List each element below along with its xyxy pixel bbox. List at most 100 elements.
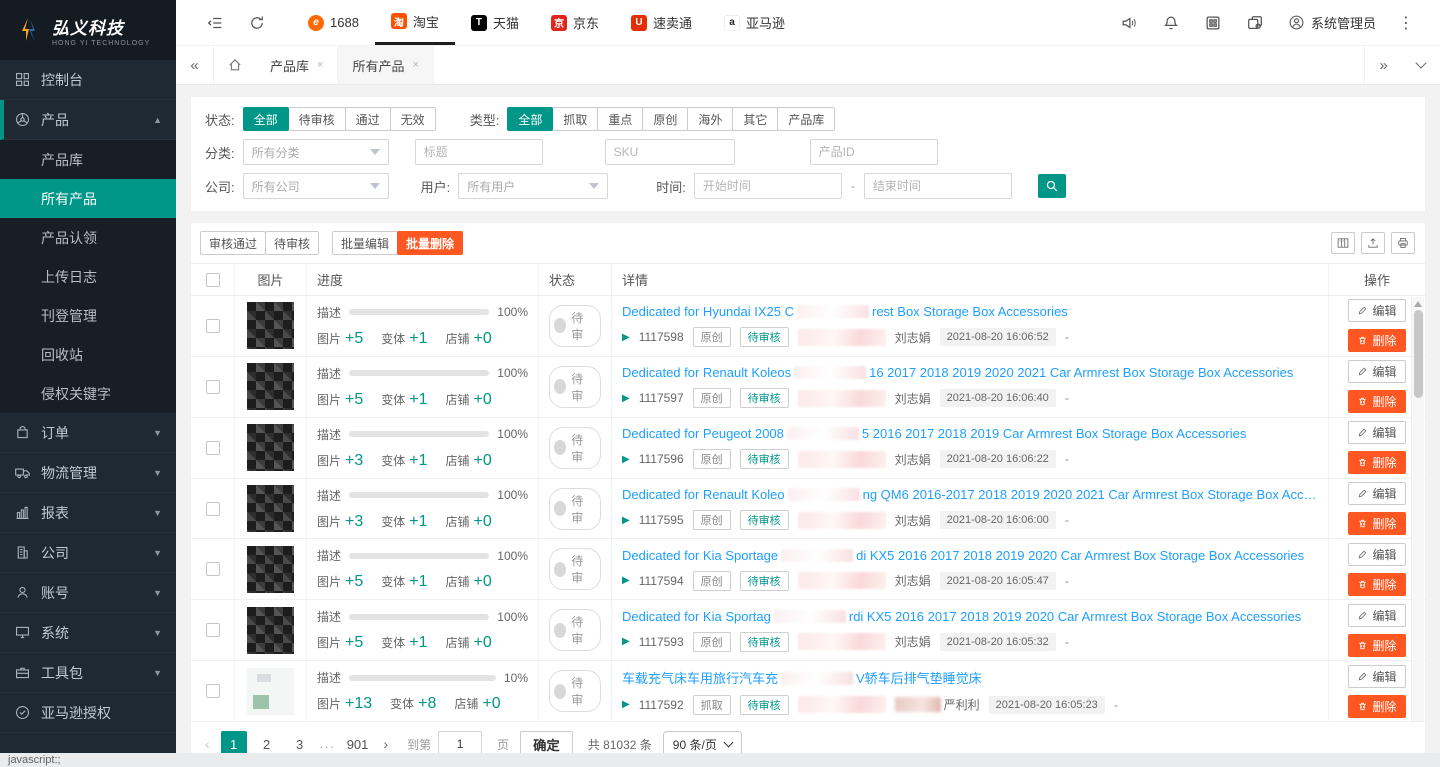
product-photo[interactable] — [247, 424, 294, 471]
tab-product-library[interactable]: 产品库 × — [256, 46, 338, 84]
edit-button[interactable]: 编辑 — [1348, 604, 1406, 627]
delete-button[interactable]: 删除 — [1348, 573, 1406, 596]
table-scrollbar[interactable] — [1411, 297, 1424, 721]
end-time-input[interactable] — [864, 173, 1012, 199]
sidebar-item-company[interactable]: 公司 ▼ — [0, 533, 176, 573]
delete-button[interactable]: 删除 — [1348, 634, 1406, 657]
notifications-button[interactable] — [1150, 0, 1192, 45]
product-title-link[interactable]: 车载充气床车用旅行汽车充V轿车后排气垫睡觉床 — [622, 668, 1318, 687]
product-photo[interactable] — [247, 546, 294, 593]
print-button[interactable] — [1391, 232, 1415, 254]
product-title-link[interactable]: Dedicated for Peugeot 20085 2016 2017 20… — [622, 426, 1318, 441]
row-checkbox[interactable] — [206, 562, 220, 576]
product-title-link[interactable]: Dedicated for Renault Koleong QM6 2016-2… — [622, 487, 1318, 502]
row-checkbox[interactable] — [206, 319, 220, 333]
next-page-button[interactable]: › — [379, 736, 392, 752]
platform-tab-amazon[interactable]: a 亚马逊 — [708, 0, 801, 45]
platform-tab-jd[interactable]: 京 京东 — [535, 0, 615, 45]
status-pending-button[interactable]: 待审核 — [288, 107, 346, 131]
status-invalid-button[interactable]: 无效 — [390, 107, 436, 131]
play-icon[interactable]: ▶ — [622, 454, 630, 465]
sidebar-subitem-listing-management[interactable]: 刊登管理 — [0, 296, 176, 335]
edit-button[interactable]: 编辑 — [1348, 360, 1406, 383]
start-time-input[interactable] — [694, 173, 842, 199]
sidebar-item-toolkit[interactable]: 工具包 ▼ — [0, 653, 176, 693]
delete-button[interactable]: 删除 — [1348, 329, 1406, 352]
row-checkbox[interactable] — [206, 441, 220, 455]
type-original-button[interactable]: 原创 — [642, 107, 688, 131]
product-title-link[interactable]: Dedicated for Renault Koleos16 2017 2018… — [622, 365, 1318, 380]
category-select[interactable]: 所有分类 — [243, 139, 389, 165]
refresh-button[interactable] — [236, 0, 278, 45]
product-photo[interactable] — [247, 607, 294, 654]
scrollbar-thumb[interactable] — [1414, 310, 1423, 398]
more-menu-button[interactable]: ⋮ — [1388, 0, 1424, 45]
close-icon[interactable]: × — [317, 59, 323, 71]
sidebar-fold-button[interactable] — [194, 0, 236, 45]
sidebar-item-amazon-auth[interactable]: 亚马逊授权 — [0, 693, 176, 733]
edit-button[interactable]: 编辑 — [1348, 299, 1406, 322]
status-approved-button[interactable]: 通过 — [345, 107, 391, 131]
sidebar-subitem-all-products[interactable]: 所有产品 — [0, 179, 176, 218]
play-icon[interactable]: ▶ — [622, 699, 630, 710]
product-photo[interactable] — [247, 302, 294, 349]
product-id-input[interactable] — [810, 139, 938, 165]
product-photo[interactable] — [247, 485, 294, 532]
type-key-button[interactable]: 重点 — [597, 107, 643, 131]
batch-delete-button[interactable]: 批量删除 — [397, 231, 463, 255]
user-menu[interactable]: 系统管理员 — [1276, 0, 1388, 45]
row-checkbox[interactable] — [206, 684, 220, 698]
play-icon[interactable]: ▶ — [622, 575, 630, 586]
product-photo[interactable] — [247, 668, 294, 715]
play-icon[interactable]: ▶ — [622, 515, 630, 526]
tabs-menu-button[interactable] — [1402, 46, 1440, 84]
approve-button[interactable]: 审核通过 — [200, 231, 266, 255]
company-select[interactable]: 所有公司 — [243, 173, 389, 199]
sidebar-subitem-upload-log[interactable]: 上传日志 — [0, 257, 176, 296]
sku-input[interactable] — [605, 139, 735, 165]
sidebar-subitem-product-library[interactable]: 产品库 — [0, 140, 176, 179]
close-icon[interactable]: × — [412, 59, 418, 71]
search-button[interactable] — [1038, 174, 1066, 198]
sidebar-subitem-product-claim[interactable]: 产品认领 — [0, 218, 176, 257]
sidebar-item-logistics[interactable]: 物流管理 ▼ — [0, 453, 176, 493]
sidebar-item-orders[interactable]: 订单 ▼ — [0, 413, 176, 453]
theme-switch-button[interactable] — [1234, 0, 1276, 45]
play-icon[interactable]: ▶ — [622, 332, 630, 343]
set-pending-button[interactable]: 待审核 — [265, 231, 319, 255]
tabs-scroll-left-button[interactable]: « — [176, 46, 214, 84]
type-library-button[interactable]: 产品库 — [777, 107, 835, 131]
announcement-button[interactable] — [1108, 0, 1150, 45]
status-all-button[interactable]: 全部 — [243, 107, 289, 131]
type-all-button[interactable]: 全部 — [507, 107, 553, 131]
type-other-button[interactable]: 其它 — [732, 107, 778, 131]
row-checkbox[interactable] — [206, 380, 220, 394]
delete-button[interactable]: 删除 — [1348, 451, 1406, 474]
delete-button[interactable]: 删除 — [1348, 512, 1406, 535]
export-button[interactable] — [1361, 232, 1385, 254]
play-icon[interactable]: ▶ — [622, 636, 630, 647]
delete-button[interactable]: 删除 — [1348, 695, 1406, 718]
product-photo[interactable] — [247, 363, 294, 410]
type-overseas-button[interactable]: 海外 — [687, 107, 733, 131]
row-checkbox[interactable] — [206, 502, 220, 516]
edit-button[interactable]: 编辑 — [1348, 421, 1406, 444]
platform-tab-aliexpress[interactable]: U 速卖通 — [615, 0, 708, 45]
platform-tab-tmall[interactable]: T 天猫 — [455, 0, 535, 45]
product-title-link[interactable]: Dedicated for Kia Sportagrdi KX5 2016 20… — [622, 609, 1318, 624]
row-checkbox[interactable] — [206, 623, 220, 637]
sidebar-item-accounts[interactable]: 账号 ▼ — [0, 573, 176, 613]
platform-tab-taobao[interactable]: 淘 淘宝 — [375, 0, 455, 45]
prev-page-button[interactable]: ‹ — [201, 736, 214, 752]
play-icon[interactable]: ▶ — [622, 393, 630, 404]
sidebar-item-system[interactable]: 系统 ▼ — [0, 613, 176, 653]
column-settings-button[interactable] — [1331, 232, 1355, 254]
product-title-link[interactable]: Dedicated for Kia Sportagedi KX5 2016 20… — [622, 548, 1318, 563]
tab-all-products[interactable]: 所有产品 × — [338, 46, 433, 84]
edit-button[interactable]: 编辑 — [1348, 482, 1406, 505]
batch-edit-button[interactable]: 批量编辑 — [332, 231, 398, 255]
user-select[interactable]: 所有用户 — [458, 173, 608, 199]
edit-button[interactable]: 编辑 — [1348, 543, 1406, 566]
sidebar-item-products[interactable]: 产品 ▲ — [0, 100, 176, 140]
title-input[interactable] — [415, 139, 543, 165]
